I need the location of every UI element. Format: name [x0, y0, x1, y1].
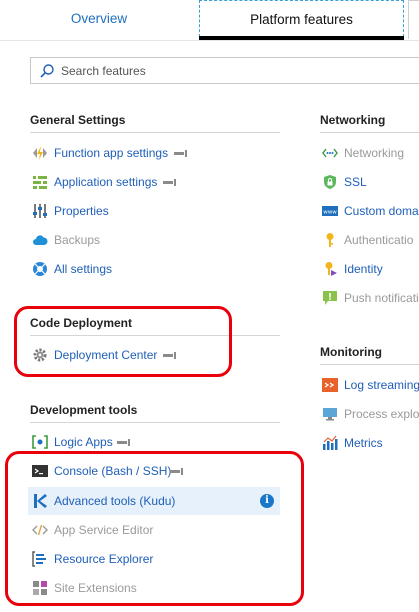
section-divider	[30, 422, 280, 423]
monitoring-heading: Monitoring	[320, 345, 382, 359]
shield-lock-icon	[324, 175, 336, 189]
item-label: All settings	[54, 262, 113, 276]
logic-apps-link[interactable]: Logic Apps	[32, 431, 282, 453]
search-icon	[40, 64, 54, 78]
item-label: Networking	[344, 146, 405, 160]
identity-key-icon	[325, 262, 337, 276]
svg-text:www: www	[323, 210, 337, 216]
item-label: Process explor	[344, 407, 419, 421]
networking-link[interactable]: Networking	[322, 142, 419, 164]
item-label: Function app settings	[54, 146, 169, 160]
item-label: Authenticatio	[344, 233, 414, 247]
item-label: Application settings	[54, 175, 158, 189]
globe-settings-icon	[33, 262, 47, 276]
pin-icon[interactable]	[117, 439, 130, 446]
properties-icon	[33, 204, 47, 218]
item-label: Properties	[54, 204, 109, 218]
ssl-link[interactable]: SSL	[322, 171, 419, 193]
item-label: Log streaming	[344, 378, 419, 392]
key-icon	[326, 233, 334, 247]
pin-icon[interactable]	[163, 179, 176, 186]
tab-overflow[interactable]	[408, 0, 419, 39]
item-label: Backups	[54, 233, 101, 247]
function-bolt-icon	[33, 146, 47, 160]
www-icon: www	[322, 206, 338, 216]
all-settings-link[interactable]: All settings	[32, 258, 282, 280]
identity-link[interactable]: Identity	[322, 258, 419, 280]
log-streaming-link[interactable]: Log streaming	[322, 374, 419, 396]
application-settings-link[interactable]: Application settings	[32, 171, 282, 193]
metrics-chart-icon	[323, 435, 338, 450]
process-explorer-link[interactable]: Process explor	[322, 403, 419, 425]
tab-platform-features[interactable]: Platform features	[199, 0, 404, 37]
metrics-link[interactable]: Metrics	[322, 432, 419, 454]
highlight-box-dev-tools	[5, 451, 304, 606]
highlight-box-code-deployment	[14, 306, 232, 377]
section-divider	[320, 364, 419, 365]
authentication-link[interactable]: Authenticatio	[322, 229, 419, 251]
networking-icon	[322, 148, 338, 158]
item-label: Logic Apps	[54, 435, 113, 449]
push-notifications-link[interactable]: Push notificati	[322, 287, 419, 309]
networking-heading: Networking	[320, 113, 386, 127]
item-label: SSL	[344, 175, 367, 189]
logic-apps-icon	[32, 435, 48, 449]
development-tools-heading: Development tools	[30, 403, 138, 417]
backups-link[interactable]: Backups	[32, 229, 282, 251]
custom-domains-link[interactable]: www Custom domai	[322, 200, 419, 222]
push-notification-icon	[323, 291, 337, 305]
tab-overview[interactable]: Overview	[0, 0, 198, 38]
log-stream-icon	[322, 378, 338, 392]
general-settings-heading: General Settings	[30, 113, 126, 127]
function-app-settings-link[interactable]: Function app settings	[32, 142, 282, 164]
item-label: Identity	[344, 262, 383, 276]
tab-divider	[0, 40, 419, 41]
item-label: Push notificati	[344, 291, 419, 305]
properties-link[interactable]: Properties	[32, 200, 282, 222]
settings-list-icon	[33, 175, 47, 190]
section-divider	[30, 132, 280, 133]
search-input[interactable]	[59, 63, 403, 79]
pin-icon[interactable]	[174, 150, 187, 157]
cloud-backup-icon	[33, 235, 48, 245]
item-label: Metrics	[344, 436, 383, 450]
monitor-icon	[323, 408, 337, 421]
section-divider	[320, 132, 419, 133]
item-label: Custom domai	[344, 204, 419, 218]
search-box[interactable]	[30, 57, 419, 84]
